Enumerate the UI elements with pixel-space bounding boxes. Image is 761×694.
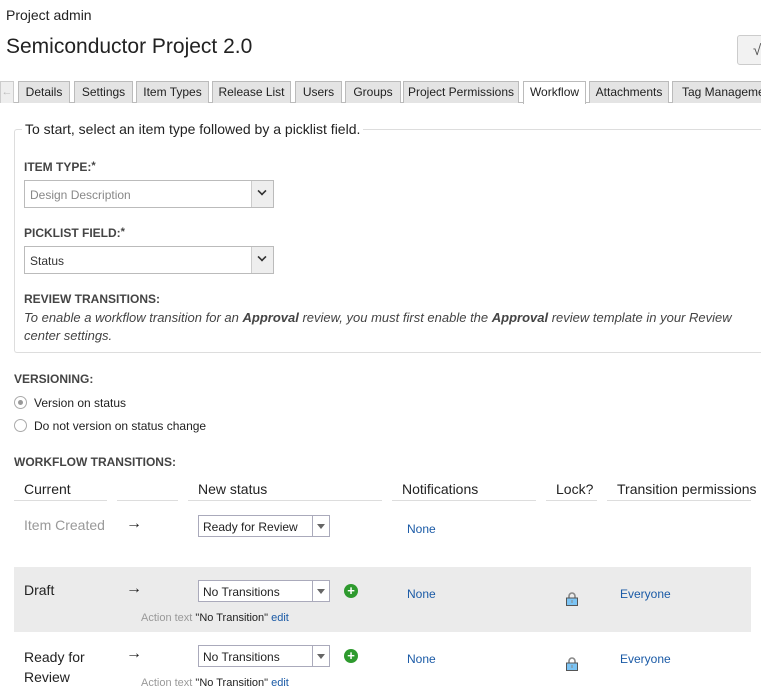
setup-legend: To start, select an item type followed b… [22,121,364,137]
picklist-dropdown-button[interactable] [251,247,273,273]
action-text: Action text "No Transition" edit [141,612,289,624]
tab-settings[interactable]: Settings [74,81,133,103]
divider [117,500,178,501]
column-header-current: Current [24,481,71,497]
notifications-link[interactable]: None [407,652,436,666]
divider [188,500,382,501]
version-on-status-radio[interactable] [14,396,27,409]
checkmark-icon: √ [753,42,761,59]
dropdown-button[interactable] [312,581,329,601]
confirm-button[interactable]: √ [737,35,761,65]
divider [546,500,597,501]
divider [607,500,751,501]
dropdown-button[interactable] [312,646,329,666]
current-status: Item Created [24,517,105,533]
caret-down-icon [317,524,325,529]
tab-users[interactable]: Users [295,81,342,103]
lock-icon[interactable] [566,592,578,606]
new-status-select[interactable]: No Transitions [198,580,330,602]
picklist-field-label: PICKLIST FIELD:* [24,226,125,240]
item-type-value: Design Description [30,188,131,202]
column-header-notifications: Notifications [402,481,479,497]
transition-permissions-link[interactable]: Everyone [620,587,671,601]
tab-item-types[interactable]: Item Types [136,81,209,103]
do-not-version-label[interactable]: Do not version on status change [34,419,206,433]
item-type-dropdown-button[interactable] [251,181,273,207]
review-transitions-note: To enable a workflow transition for an A… [24,310,732,343]
add-transition-button[interactable]: + [344,584,358,598]
divider [392,500,536,501]
item-type-select[interactable]: Design Description [24,180,274,208]
dropdown-button[interactable] [312,516,329,536]
breadcrumb[interactable]: Project admin [6,7,92,23]
column-header-lock: Lock? [556,481,594,497]
page-title: Semiconductor Project 2.0 [6,35,253,58]
workflow-transitions-label: WORKFLOW TRANSITIONS: [14,455,176,469]
tab-attachments[interactable]: Attachments [589,81,669,103]
picklist-field-select[interactable]: Status [24,246,274,274]
divider [14,500,107,501]
arrow-right-icon: → [126,515,142,532]
review-transitions-label: REVIEW TRANSITIONS: [24,292,161,306]
arrow-right-icon: → [126,645,142,662]
item-type-label: ITEM TYPE:* [24,160,96,174]
caret-down-icon [317,654,325,659]
notifications-link[interactable]: None [407,587,436,601]
arrow-left-icon: ← [1,86,13,98]
tab-tag-management[interactable]: Tag Management [672,81,761,103]
column-header-new-status: New status [198,481,268,497]
tab-details[interactable]: Details [18,81,70,103]
tab-scroll-left-button[interactable]: ← [0,81,14,103]
do-not-version-radio[interactable] [14,419,27,432]
new-status-select[interactable]: Ready for Review [198,515,330,537]
chevron-down-icon [257,252,267,262]
new-status-select[interactable]: No Transitions [198,645,330,667]
tab-groups[interactable]: Groups [345,81,401,103]
caret-down-icon [317,589,325,594]
edit-action-link[interactable]: edit [271,677,289,689]
versioning-label: VERSIONING: [14,372,94,386]
add-transition-button[interactable]: + [344,649,358,663]
picklist-field-value: Status [30,254,65,268]
edit-action-link[interactable]: edit [271,612,289,624]
arrow-right-icon: → [126,580,142,597]
tab-release-list[interactable]: Release List [212,81,291,103]
current-status: Draft [24,582,55,598]
transition-permissions-link[interactable]: Everyone [620,652,671,666]
column-header-transition-permissions: Transition permissions [617,481,757,497]
tab-workflow[interactable]: Workflow [523,81,586,104]
lock-icon[interactable] [566,657,578,671]
version-on-status-label[interactable]: Version on status [34,396,126,410]
action-text: Action text "No Transition" edit [141,677,289,689]
notifications-link[interactable]: None [407,522,436,536]
current-status: Ready for Review [24,649,85,685]
tab-project-permissions[interactable]: Project Permissions [403,81,519,103]
chevron-down-icon [257,186,267,196]
tab-bar: ← Details Settings Item Types Release Li… [0,81,761,104]
